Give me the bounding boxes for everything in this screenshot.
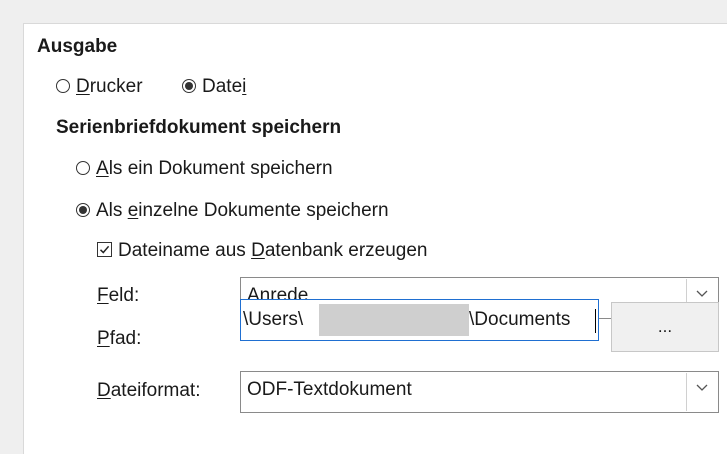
output-heading: Ausgabe <box>37 36 118 57</box>
save-single-label: ls ein Dokument speichern <box>108 158 333 179</box>
file-mnemonic: i <box>242 76 247 97</box>
save-individual-indicator[interactable] <box>76 203 90 217</box>
path-value-end: \Documents <box>469 309 571 330</box>
chevron-down-icon <box>696 384 708 391</box>
save-single-indicator[interactable] <box>76 161 90 175</box>
save-single-mnemonic: A <box>96 158 109 179</box>
text-cursor <box>595 309 596 333</box>
redacted-username <box>319 304 469 336</box>
filename-from-db-mnemonic: D <box>251 240 265 261</box>
save-individual-label: inzelne Dokumente speichern <box>138 200 389 221</box>
save-individual-mnemonic: e <box>127 200 139 221</box>
format-value: ODF-Textdokument <box>247 379 412 400</box>
printer-radio-indicator[interactable] <box>56 79 70 93</box>
printer-label: rucker <box>89 76 143 97</box>
checkbox-indicator[interactable] <box>97 242 112 257</box>
browse-button-label: ... <box>657 317 673 336</box>
field-label-text: eld: <box>108 285 140 306</box>
save-single-radio[interactable]: Als ein Dokument speichern <box>76 158 333 180</box>
format-dropdown-button[interactable] <box>686 373 717 411</box>
checkmark-icon <box>99 245 110 254</box>
field-mnemonic: F <box>97 285 109 306</box>
path-label: Pfad: <box>97 328 141 350</box>
file-radio[interactable]: Datei <box>182 76 246 98</box>
printer-mnemonic: D <box>76 76 90 97</box>
filename-from-db-checkbox[interactable]: Dateiname aus Datenbank erzeugen <box>97 240 428 262</box>
filename-from-db-label: atenbank erzeugen <box>264 240 428 261</box>
path-input[interactable]: \Users\ \Documents <box>240 299 599 341</box>
format-mnemonic: D <box>97 380 111 401</box>
path-label-text: fad: <box>109 328 142 349</box>
save-individual-label-pre: Als <box>96 200 128 221</box>
format-label: Dateiformat: <box>97 380 201 402</box>
path-mnemonic: P <box>97 328 110 349</box>
field-label: Feld: <box>97 285 139 307</box>
file-label: Date <box>202 76 243 97</box>
file-radio-indicator[interactable] <box>182 79 196 93</box>
browse-button[interactable]: ... <box>611 302 719 352</box>
format-combobox[interactable]: ODF-Textdokument <box>240 371 719 413</box>
chevron-down-icon <box>696 290 708 297</box>
save-heading: Serienbriefdokument speichern <box>56 117 342 138</box>
save-individual-radio[interactable]: Als einzelne Dokumente speichern <box>76 200 389 222</box>
path-value-start: \Users\ <box>243 309 304 330</box>
filename-from-db-label-pre: Dateiname aus <box>118 240 252 261</box>
format-label-text: ateiformat: <box>110 380 201 401</box>
printer-radio[interactable]: Drucker <box>56 76 143 98</box>
